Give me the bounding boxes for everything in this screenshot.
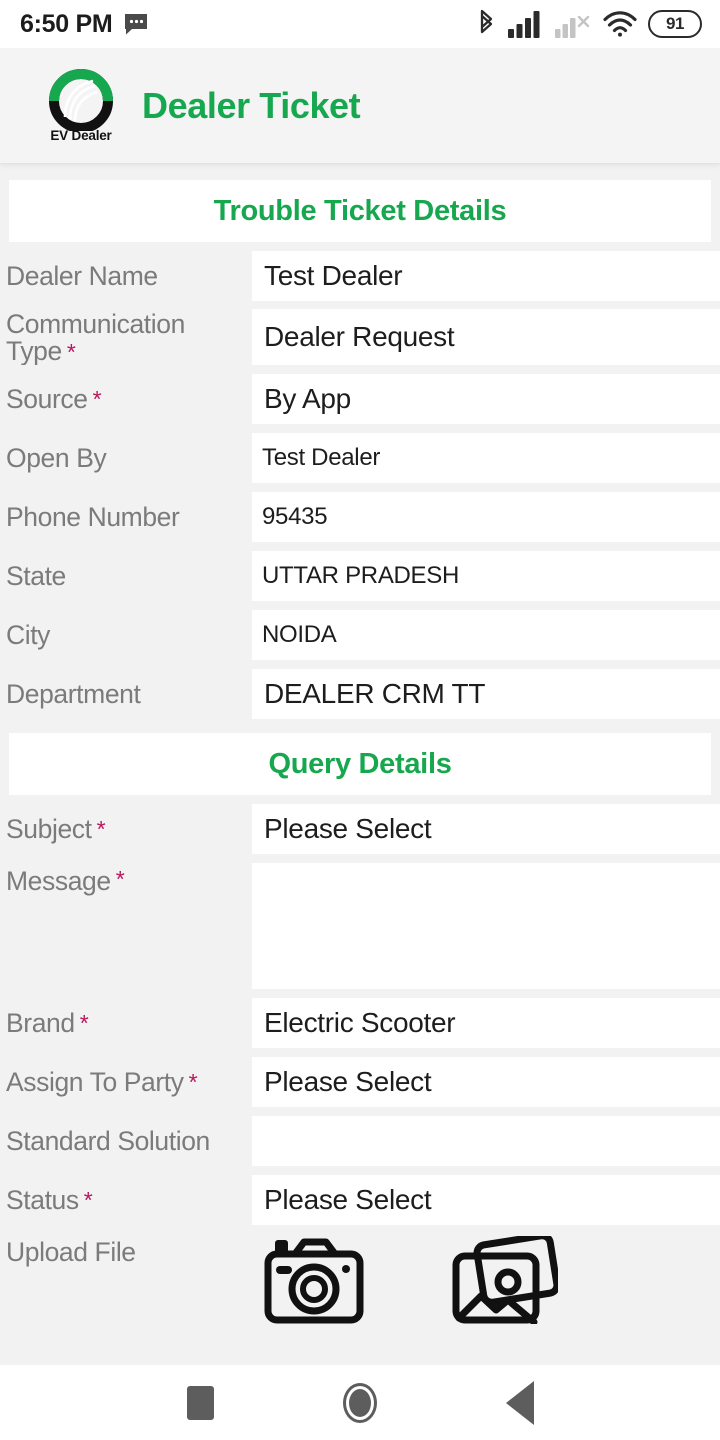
required-asterisk: * <box>79 1009 89 1036</box>
field-row-upload-file: Upload File <box>0 1236 720 1326</box>
field-row-communication-type: Communication Type * Dealer Request <box>0 309 720 366</box>
field-value-status[interactable]: Please Select <box>252 1175 720 1226</box>
message-icon <box>124 12 150 36</box>
wifi-icon <box>603 10 637 38</box>
section-header-query-details: Query Details <box>9 733 711 796</box>
bluetooth-icon <box>476 9 496 39</box>
field-row-message: Message * <box>0 863 720 990</box>
label-text: Brand <box>6 1007 75 1038</box>
field-label-dealer-name: Dealer Name <box>0 251 252 301</box>
required-asterisk: * <box>92 385 102 412</box>
field-value-open-by[interactable]: Test Dealer <box>252 433 720 484</box>
label-text: Source <box>6 383 88 414</box>
field-row-standard-solution: Standard Solution <box>0 1116 720 1167</box>
required-asterisk: * <box>66 339 76 366</box>
label-text: Open By <box>6 442 107 473</box>
status-bar: 6:50 PM 91 <box>0 0 720 48</box>
label-text: Communication Type <box>6 309 185 366</box>
label-text: Department <box>6 678 141 709</box>
back-button[interactable] <box>485 1368 555 1438</box>
label-text: Subject <box>6 813 92 844</box>
field-row-phone-number: Phone Number 95435 <box>0 492 720 543</box>
field-label-assign-to-party: Assign To Party * <box>0 1057 252 1107</box>
field-value-department[interactable]: DEALER CRM TT <box>252 669 720 720</box>
field-value-city[interactable]: NOIDA <box>252 610 720 661</box>
field-value-communication-type[interactable]: Dealer Request <box>252 309 720 366</box>
label-text: Phone Number <box>6 501 180 532</box>
field-label-open-by: Open By <box>0 433 252 483</box>
field-label-phone-number: Phone Number <box>0 492 252 542</box>
section-header-ticket-details: Trouble Ticket Details <box>9 180 711 242</box>
app-header: EV Dealer Dealer Ticket <box>0 48 720 164</box>
field-label-source: Source * <box>0 374 252 424</box>
field-label-department: Department <box>0 669 252 719</box>
field-value-state[interactable]: UTTAR PRADESH <box>252 551 720 602</box>
field-label-standard-solution: Standard Solution <box>0 1116 252 1166</box>
status-bar-right: 91 <box>476 9 702 39</box>
field-value-phone-number[interactable]: 95435 <box>252 492 720 543</box>
section-title-text: Query Details <box>268 747 452 780</box>
field-value-dealer-name[interactable]: Test Dealer <box>252 251 720 301</box>
field-row-city: City NOIDA <box>0 610 720 661</box>
field-row-source: Source * By App <box>0 374 720 425</box>
label-text: Standard Solution <box>6 1125 210 1156</box>
field-label-communication-type: Communication Type * <box>0 309 252 365</box>
required-asterisk: * <box>96 815 106 842</box>
field-label-state: State <box>0 551 252 601</box>
field-value-brand[interactable]: Electric Scooter <box>252 998 720 1049</box>
field-row-department: Department DEALER CRM TT <box>0 669 720 720</box>
field-row-subject: Subject * Please Select <box>0 804 720 855</box>
required-asterisk: * <box>115 866 125 893</box>
field-row-dealer-name: Dealer Name Test Dealer <box>0 251 720 301</box>
triangle-back-icon <box>506 1380 534 1425</box>
field-label-message: Message * <box>0 863 252 989</box>
section-title-text: Trouble Ticket Details <box>213 194 507 227</box>
home-button[interactable] <box>325 1368 395 1438</box>
field-row-assign-to-party: Assign To Party * Please Select <box>0 1057 720 1108</box>
cellular-signal-unavailable-icon <box>554 9 592 39</box>
android-navigation-bar <box>0 1365 720 1440</box>
field-value-standard-solution[interactable] <box>252 1116 720 1167</box>
circle-icon <box>343 1382 377 1423</box>
status-bar-left: 6:50 PM <box>20 10 150 39</box>
field-label-status: Status * <box>0 1175 252 1225</box>
page-title: Dealer Ticket <box>142 84 361 126</box>
field-label-subject: Subject * <box>0 804 252 854</box>
field-row-status: Status * Please Select <box>0 1175 720 1226</box>
label-text: Upload File <box>6 1237 136 1268</box>
battery-indicator: 91 <box>648 10 702 38</box>
field-row-open-by: Open By Test Dealer <box>0 433 720 484</box>
camera-icon[interactable] <box>262 1236 366 1326</box>
required-asterisk: * <box>188 1068 198 1095</box>
field-row-brand: Brand * Electric Scooter <box>0 998 720 1049</box>
field-value-message[interactable] <box>252 863 720 990</box>
label-text: Message <box>6 866 111 897</box>
app-screen: 6:50 PM 91 EV Dealer Dealer Ticket Troub… <box>0 0 720 1440</box>
recents-button[interactable] <box>165 1368 235 1438</box>
field-label-city: City <box>0 610 252 660</box>
logo-text: EV Dealer <box>50 127 112 143</box>
status-clock: 6:50 PM <box>20 9 113 38</box>
field-row-state: State UTTAR PRADESH <box>0 551 720 602</box>
gallery-icon[interactable] <box>450 1236 561 1326</box>
label-text: State <box>6 560 66 591</box>
upload-actions <box>252 1236 720 1326</box>
field-label-brand: Brand * <box>0 998 252 1048</box>
app-logo: EV Dealer <box>38 62 124 150</box>
ev-dealer-logo-icon <box>49 68 113 131</box>
field-value-assign-to-party[interactable]: Please Select <box>252 1057 720 1108</box>
label-text: City <box>6 619 51 650</box>
field-value-source[interactable]: By App <box>252 374 720 425</box>
battery-level: 91 <box>666 14 684 33</box>
label-text: Dealer Name <box>6 260 158 291</box>
label-text: Assign To Party <box>6 1066 184 1097</box>
field-label-upload-file: Upload File <box>0 1236 252 1267</box>
label-text: Status <box>6 1184 79 1215</box>
square-icon <box>186 1385 214 1420</box>
field-value-subject[interactable]: Please Select <box>252 804 720 855</box>
form-content: Trouble Ticket Details Dealer Name Test … <box>0 164 720 1365</box>
required-asterisk: * <box>83 1186 93 1213</box>
cellular-signal-icon <box>507 9 543 39</box>
